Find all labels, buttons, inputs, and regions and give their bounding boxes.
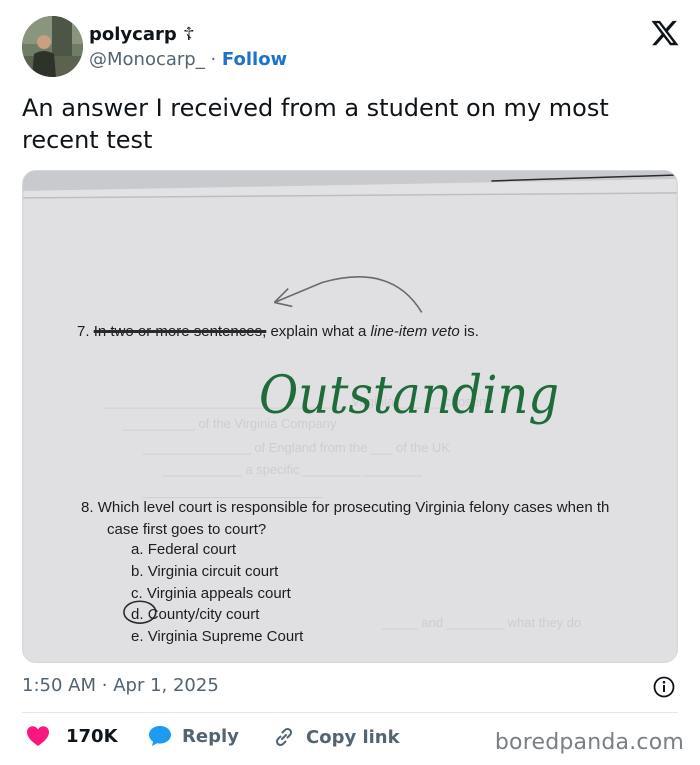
question-8-line2: case first goes to court? xyxy=(107,521,267,538)
option-c-letter: c. xyxy=(131,585,143,602)
author-handle-row: @Monocarp_ · Follow xyxy=(89,49,287,70)
option-c: c. Virginia appeals court xyxy=(131,585,291,602)
option-e-text: Virginia Supreme Court xyxy=(147,628,304,645)
author-handle[interactable]: @Monocarp_ xyxy=(89,49,205,70)
question-7-struck-text: In two or more sentences, xyxy=(93,323,267,340)
handwritten-answer: Outstanding xyxy=(259,366,559,426)
copy-link-label: Copy link xyxy=(306,726,400,748)
tweet-header: polycarp ☦ @Monocarp_ · Follow xyxy=(22,16,680,78)
option-a-letter: a. xyxy=(131,541,144,558)
like-button[interactable]: 170K xyxy=(26,725,118,747)
heart-icon xyxy=(27,726,49,746)
question-7: 7. In two or more sentences, explain wha… xyxy=(77,323,479,340)
follow-button[interactable]: Follow xyxy=(222,49,287,70)
option-a: a. Federal court xyxy=(131,541,236,558)
option-e-letter: e. xyxy=(131,628,144,645)
handwritten-answer-text: Outstanding xyxy=(259,366,559,426)
question-7-number: 7. xyxy=(77,323,90,340)
reply-label: Reply xyxy=(182,725,239,747)
tweet-date: Apr 1, 2025 xyxy=(113,675,219,696)
question-8-line1: 8. Which level court is responsible for … xyxy=(81,499,609,516)
tweet-photo[interactable]: __________________________________ Virgi… xyxy=(22,170,678,663)
reply-button[interactable]: Reply xyxy=(148,725,239,747)
option-e: e. Virginia Supreme Court xyxy=(131,628,303,645)
tweet-timestamp[interactable]: 1:50 AM · Apr 1, 2025 xyxy=(22,675,219,696)
link-icon xyxy=(275,727,293,747)
question-7-prompt: explain what a xyxy=(270,323,367,340)
option-c-text: Virginia appeals court xyxy=(146,585,291,602)
avatar[interactable] xyxy=(22,16,83,77)
option-b-letter: b. xyxy=(131,563,144,580)
watermark: boredpanda.com xyxy=(494,730,684,755)
svg-text:___________ a specific _______: ___________ a specific ________ ________ xyxy=(162,462,423,477)
svg-text:_____ and ________ what they d: _____ and ________ what they do xyxy=(381,615,581,630)
question-8-text: Which level court is responsible for pro… xyxy=(97,499,610,516)
tweet-time: 1:50 AM xyxy=(22,675,96,696)
option-d-letter: d. xyxy=(131,606,144,623)
option-d: d. County/city court xyxy=(131,606,259,623)
option-d-text: County/city court xyxy=(147,606,260,623)
option-a-text: Federal court xyxy=(147,541,237,558)
option-b-text: Virginia circuit court xyxy=(147,563,279,580)
like-count: 170K xyxy=(66,725,118,747)
question-7-prompt-end: is. xyxy=(463,323,479,340)
tweet-text: An answer I received from a student on m… xyxy=(22,94,609,154)
divider xyxy=(22,712,678,713)
author-name[interactable]: polycarp ☦ xyxy=(89,24,195,45)
reply-bubble-icon xyxy=(149,726,171,746)
x-logo-icon[interactable] xyxy=(650,18,680,48)
info-icon[interactable] xyxy=(652,675,676,699)
handle-separator: · xyxy=(210,49,217,70)
question-7-term: line-item veto xyxy=(370,323,460,340)
avatar-image xyxy=(22,16,83,77)
svg-text:_________________________: _________________________ xyxy=(142,484,324,499)
question-8-number: 8. xyxy=(81,499,94,516)
option-b: b. Virginia circuit court xyxy=(131,563,278,580)
timestamp-separator: · xyxy=(101,675,108,696)
copy-link-button[interactable]: Copy link xyxy=(272,725,400,749)
